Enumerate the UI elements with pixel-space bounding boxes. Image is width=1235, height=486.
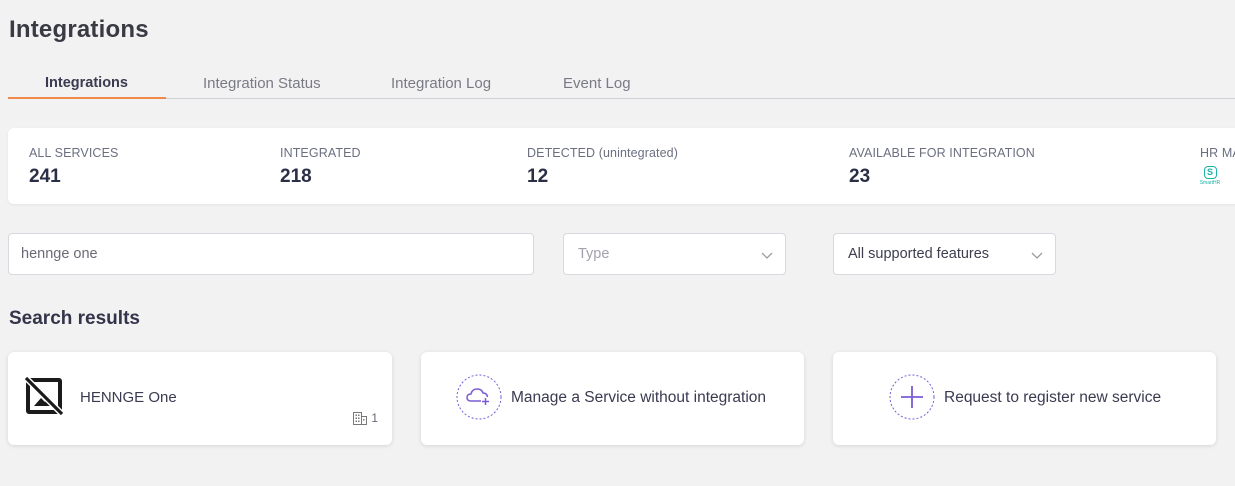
features-select-value: All supported features <box>848 246 990 262</box>
stat-detected[interactable]: DETECTED (unintegrated) 12 <box>527 146 678 188</box>
stat-label: HR MA <box>1200 146 1235 160</box>
features-select[interactable]: All supported features <box>833 233 1056 275</box>
type-select[interactable]: Type <box>563 233 786 275</box>
service-card-hennge-one[interactable]: HENNGE One 1 <box>8 352 392 445</box>
search-input[interactable] <box>8 233 534 275</box>
chevron-down-icon <box>1031 252 1043 259</box>
stat-available[interactable]: AVAILABLE FOR INTEGRATION 23 <box>849 146 1035 188</box>
stat-all-services[interactable]: ALL SERVICES 241 <box>29 146 118 188</box>
tenant-count-value: 1 <box>371 411 378 425</box>
tab-event-log[interactable]: Event Log <box>563 75 631 92</box>
stat-label: AVAILABLE FOR INTEGRATION <box>849 146 1035 160</box>
plus-icon <box>889 374 935 420</box>
stat-value: 241 <box>29 166 61 187</box>
building-icon <box>353 411 368 425</box>
tab-bar: Integrations Integration Status Integrat… <box>8 66 1235 99</box>
active-tab-indicator <box>8 97 166 99</box>
stat-value: 12 <box>527 166 549 187</box>
tab-integration-log[interactable]: Integration Log <box>391 75 491 92</box>
page-title: Integrations <box>9 16 149 43</box>
type-select-placeholder: Type <box>578 246 610 262</box>
no-image-icon <box>24 376 64 416</box>
chevron-down-icon <box>761 252 773 259</box>
manage-service-card[interactable]: Manage a Service without integration <box>421 352 804 445</box>
stat-label: DETECTED (unintegrated) <box>527 146 678 160</box>
stat-label: ALL SERVICES <box>29 146 119 160</box>
cloud-plus-icon <box>456 374 502 420</box>
tab-integrations[interactable]: Integrations <box>45 75 128 91</box>
stat-hr-master[interactable]: HR MA S SmartHR <box>1200 146 1235 186</box>
stats-panel: ALL SERVICES 241 INTEGRATED 218 DETECTED… <box>8 128 1235 204</box>
stat-label: INTEGRATED <box>280 146 361 160</box>
stat-integrated[interactable]: INTEGRATED 218 <box>280 146 361 188</box>
service-name: HENNGE One <box>80 389 177 406</box>
stat-value: 23 <box>849 166 871 187</box>
manage-service-label: Manage a Service without integration <box>511 389 767 406</box>
request-service-label: Request to register new service <box>944 389 1162 406</box>
tenant-count: 1 <box>353 411 378 425</box>
search-results-title: Search results <box>9 308 140 329</box>
stat-value: 218 <box>280 166 312 187</box>
request-service-card[interactable]: Request to register new service <box>833 352 1216 445</box>
tab-integration-status[interactable]: Integration Status <box>203 75 321 92</box>
smarthr-logo-icon: S SmartHR <box>1199 166 1221 186</box>
